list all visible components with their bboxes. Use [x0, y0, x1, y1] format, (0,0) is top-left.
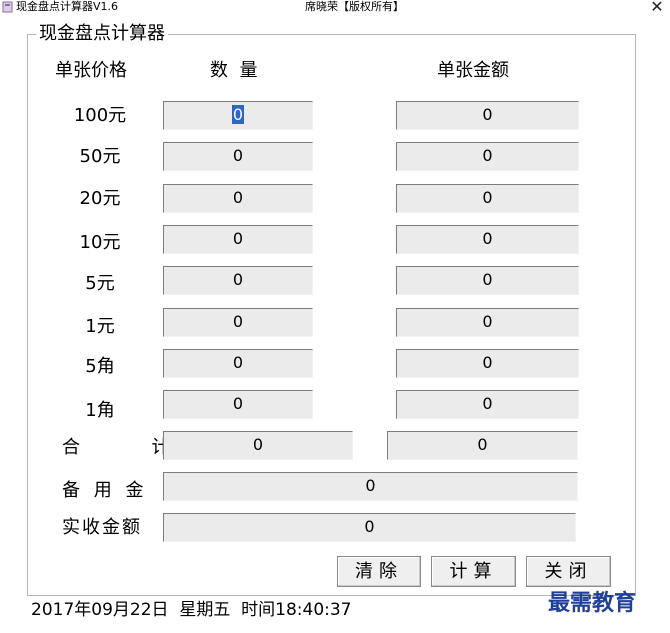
row-label-5: 5元 — [85, 273, 115, 294]
quantity-value: 0 — [231, 105, 245, 124]
close-button[interactable]: 关闭 — [526, 556, 611, 587]
clear-button[interactable]: 清除 — [337, 556, 421, 587]
total-amount-field: 0 — [387, 431, 578, 460]
row-label-10: 10元 — [79, 232, 121, 253]
header-quantity: 数 量 — [210, 60, 258, 81]
row-label-5jiao: 5角 — [85, 356, 115, 377]
title-bar: 现金盘点计算器V1.6 席晓荣【版权所有】 ✕ — [0, 0, 670, 16]
copyright-text: 席晓荣【版权所有】 — [305, 0, 404, 13]
row-label-1: 1元 — [85, 316, 115, 337]
status-datetime: 2017年09月22日 星期五 时间18:40:37 — [31, 600, 352, 620]
total-quantity-field: 0 — [163, 431, 353, 460]
actual-label: 实收金额 — [62, 517, 142, 538]
quantity-input-100[interactable]: 0 — [163, 101, 313, 130]
quantity-input-5jiao[interactable]: 0 — [163, 349, 313, 378]
header-amount: 单张金额 — [437, 60, 509, 81]
quantity-input-1jiao[interactable]: 0 — [163, 390, 313, 419]
actual-amount-field: 0 — [163, 513, 576, 542]
group-title: 现金盘点计算器 — [36, 23, 168, 45]
amount-field-1: 0 — [396, 308, 579, 337]
close-icon[interactable]: ✕ — [646, 0, 668, 17]
quantity-input-50[interactable]: 0 — [163, 142, 313, 171]
reserve-input[interactable]: 0 — [163, 472, 578, 501]
row-label-20: 20元 — [79, 188, 121, 209]
calculate-button[interactable]: 计算 — [431, 556, 516, 587]
row-label-100: 100元 — [73, 105, 127, 126]
amount-field-100: 0 — [396, 101, 579, 130]
quantity-input-10[interactable]: 0 — [163, 225, 313, 254]
header-price: 单张价格 — [55, 60, 127, 81]
amount-field-5jiao: 0 — [396, 349, 579, 378]
watermark-logo: 最需教育 — [548, 590, 637, 616]
row-label-1jiao: 1角 — [85, 400, 115, 421]
app-icon — [2, 1, 13, 13]
amount-field-50: 0 — [396, 142, 579, 171]
amount-field-1jiao: 0 — [396, 390, 579, 419]
quantity-input-5[interactable]: 0 — [163, 266, 313, 295]
amount-field-20: 0 — [396, 184, 579, 213]
row-label-50: 50元 — [79, 146, 121, 167]
window-title: 现金盘点计算器V1.6 — [16, 0, 119, 13]
quantity-input-1[interactable]: 0 — [163, 308, 313, 337]
quantity-input-20[interactable]: 0 — [163, 184, 313, 213]
amount-field-10: 0 — [396, 225, 579, 254]
amount-field-5: 0 — [396, 266, 579, 295]
reserve-label: 备 用 金 — [62, 480, 148, 501]
